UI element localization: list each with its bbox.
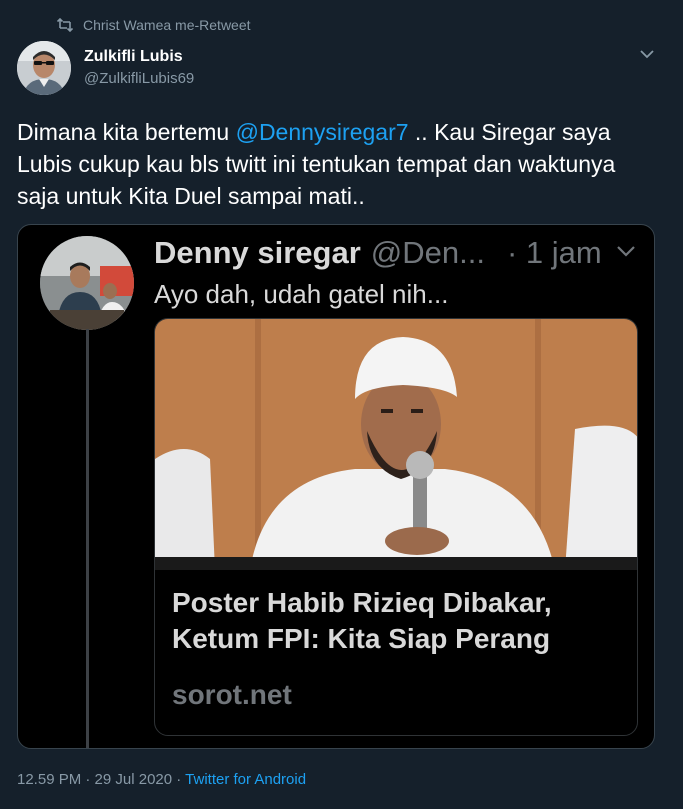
author-handle[interactable]: @ZulkifliLubis69 [84,69,194,89]
embedded-time: · 1 jam [506,235,602,270]
author-name[interactable]: Zulkifli Lubis [84,47,194,67]
embedded-header: Denny siregar @Den... · 1 jam [154,233,644,273]
chevron-down-icon [614,239,638,263]
mention-link[interactable]: @Dennysiregar7 [236,119,409,145]
retweet-icon [57,18,73,32]
embedded-image[interactable]: Denny siregar @Den... · 1 jam Ayo dah, u… [17,224,655,749]
author-block[interactable]: Zulkifli Lubis @ZulkifliLubis69 [84,47,194,89]
timestamp[interactable]: 12.59 PM · 29 Jul 2020 · [17,771,185,788]
tweet-meta: 12.59 PM · 29 Jul 2020 · Twitter for And… [17,770,306,790]
embedded-name: Denny siregar [154,235,361,270]
source-link[interactable]: Twitter for Android [185,771,306,788]
card-domain: sorot.net [172,679,292,710]
tweet-text-before: Dimana kita bertemu [17,119,236,145]
card-photo [155,319,637,570]
embedded-handle: @Den... [370,235,485,270]
tweet: Christ Wamea me-Retweet Zulkifli Lubis @… [0,0,683,809]
thread-line [86,329,89,748]
link-card: Poster Habib Rizieq Dibakar, Ketum FPI: … [154,318,638,736]
chevron-down-icon[interactable] [637,44,657,64]
embedded-text: Ayo dah, udah gatel nih... [154,279,449,309]
tweet-text: Dimana kita bertemu @Dennysiregar7 .. Ka… [17,116,657,212]
retweet-label: Christ Wamea me-Retweet [83,17,251,33]
retweet-context[interactable]: Christ Wamea me-Retweet [57,17,251,33]
card-title: Poster Habib Rizieq Dibakar, Ketum FPI: … [172,587,552,654]
avatar[interactable] [17,41,71,95]
embedded-avatar [40,236,134,330]
